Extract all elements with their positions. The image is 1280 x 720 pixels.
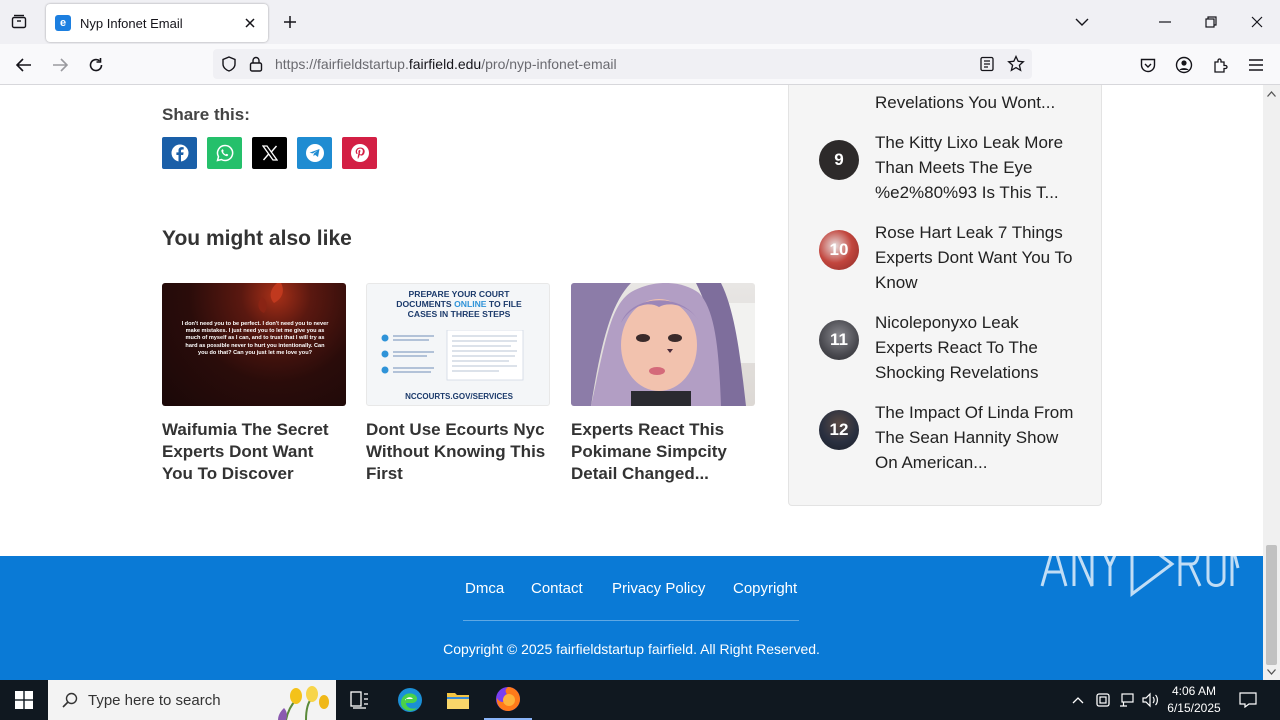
share-telegram-button[interactable] [297, 137, 332, 169]
tracking-protection-shield-icon[interactable] [221, 56, 237, 77]
trending-rank-badge: 10 [819, 230, 859, 270]
tab-bar: e Nyp Infonet Email [0, 0, 1280, 44]
card-thumbnail-quote-image[interactable]: I don't need you to be perfect. I don't … [162, 283, 346, 406]
footer-copyright: Copyright © 2025 fairfieldstartup fairfi… [443, 641, 820, 657]
share-x-button[interactable] [252, 137, 287, 169]
site-favicon-icon: e [55, 15, 71, 31]
share-facebook-button[interactable] [162, 137, 197, 169]
card-title[interactable]: Experts React This Pokimane Simpcity Det… [571, 419, 756, 485]
extensions-icon[interactable] [1207, 52, 1233, 78]
close-tab-icon[interactable] [240, 13, 260, 33]
file-explorer-icon[interactable] [434, 680, 482, 720]
trending-item-title[interactable]: The Kitty Lixo Leak More Than Meets The … [875, 130, 1075, 205]
volume-icon[interactable] [1141, 690, 1161, 710]
task-view-icon[interactable] [336, 680, 384, 720]
card-thumbnail-court-image[interactable]: PREPARE YOUR COURT DOCUMENTS ONLINE TO F… [366, 283, 550, 406]
share-whatsapp-button[interactable] [207, 137, 242, 169]
trending-rank-badge: 12 [819, 410, 859, 450]
footer-divider [463, 620, 799, 621]
url-suffix: /pro/nyp-infonet-email [481, 56, 617, 72]
reload-icon[interactable] [83, 52, 109, 78]
url-text[interactable]: https://fairfieldstartup.fairfield.edu/p… [275, 56, 617, 72]
scroll-down-arrow-icon[interactable] [1267, 667, 1276, 676]
pocket-icon[interactable] [1135, 52, 1161, 78]
share-pinterest-button[interactable] [342, 137, 377, 169]
trending-sidebar: Revelations You Wont... 9 The Kitty Lixo… [788, 85, 1102, 506]
trending-item-title[interactable]: Nicoleponyxo Leak Experts React To The S… [875, 310, 1075, 385]
footer-link-copyright[interactable]: Copyright [733, 580, 797, 597]
bookmark-star-icon[interactable] [1007, 54, 1025, 78]
account-icon[interactable] [1171, 52, 1197, 78]
card-title[interactable]: Dont Use Ecourts Nyc Without Knowing Thi… [366, 419, 551, 485]
court-image-heading-tofile: TO FILE [488, 299, 522, 309]
address-bar[interactable]: https://fairfieldstartup.fairfield.edu/p… [213, 49, 1032, 79]
telegram-icon [305, 144, 324, 162]
related-card[interactable]: Experts React This Pokimane Simpcity Det… [571, 283, 756, 485]
trending-item-title[interactable]: The Impact Of Linda From The Sean Hannit… [875, 400, 1075, 475]
navigation-toolbar: https://fairfieldstartup.fairfield.edu/p… [0, 44, 1280, 85]
start-button[interactable] [0, 680, 48, 720]
windows-logo-icon [15, 691, 33, 709]
footer-link-privacy-policy[interactable]: Privacy Policy [612, 580, 705, 597]
footer-link-contact[interactable]: Contact [531, 580, 583, 597]
clock-time: 4:06 AM [1171, 684, 1217, 698]
close-window-icon[interactable] [1242, 8, 1272, 36]
forward-arrow-icon[interactable] [47, 52, 73, 78]
search-decoration-flowers-icon [278, 686, 329, 720]
clock-date: 6/15/2025 [1167, 701, 1221, 715]
scrollbar-thumb[interactable] [1266, 545, 1277, 665]
facebook-icon [171, 144, 188, 162]
court-image-heading: PREPARE YOUR COURT DOCUMENTS ONLINE TO F… [367, 289, 549, 319]
related-card[interactable]: I don't need you to be perfect. I don't … [162, 283, 347, 485]
trending-rank-badge: 9 [819, 140, 859, 180]
related-section-title: You might also like [162, 227, 352, 250]
portrait-illustration [571, 283, 755, 406]
search-placeholder: Type here to search [88, 691, 221, 709]
reader-view-icon[interactable] [980, 56, 994, 77]
court-image-heading-online: ONLINE [454, 299, 487, 309]
windows-taskbar: Type here to search 4:06 AM 6/15/2025 [0, 680, 1280, 720]
firefox-icon[interactable] [484, 680, 532, 720]
trending-item-title[interactable]: Rose Hart Leak 7 Things Experts Dont Wan… [875, 220, 1075, 295]
list-all-tabs-icon[interactable] [8, 11, 30, 33]
search-icon [60, 690, 80, 710]
back-arrow-icon[interactable] [11, 52, 37, 78]
court-image-heading-line1: PREPARE YOUR COURT [408, 289, 510, 299]
court-image-heading-line3: CASES IN THREE STEPS [407, 309, 511, 319]
trending-item-title[interactable]: Revelations You Wont... [875, 90, 1075, 115]
edge-browser-icon[interactable] [386, 680, 434, 720]
footer-link-dmca[interactable]: Dmca [465, 580, 504, 597]
network-icon[interactable] [1117, 690, 1137, 710]
minimize-icon[interactable] [1150, 8, 1180, 36]
tab-title: Nyp Infonet Email [80, 15, 183, 31]
scroll-up-arrow-icon[interactable] [1267, 89, 1276, 98]
share-label: Share this: [162, 105, 250, 124]
notifications-icon[interactable] [1238, 690, 1258, 710]
lock-icon[interactable] [249, 56, 263, 77]
restore-icon[interactable] [1196, 8, 1226, 36]
tab-overflow-chevron-icon[interactable] [1067, 8, 1097, 36]
card-thumbnail-quote-text: I don't need you to be perfect. I don't … [181, 321, 329, 356]
card-title[interactable]: Waifumia The Secret Experts Dont Want Yo… [162, 419, 347, 485]
court-image-heading-word: DOCUMENTS [396, 299, 452, 309]
new-tab-icon[interactable] [279, 11, 301, 33]
system-clock[interactable]: 4:06 AM 6/15/2025 [1160, 683, 1228, 717]
whatsapp-icon [215, 144, 233, 162]
x-logo-icon [261, 145, 278, 161]
card-thumbnail-portrait-image[interactable] [571, 283, 755, 406]
browser-tab[interactable]: e Nyp Infonet Email [46, 4, 268, 42]
page-scrollbar[interactable] [1263, 85, 1280, 680]
pinterest-icon [350, 144, 369, 162]
taskbar-search-box[interactable]: Type here to search [48, 680, 336, 720]
show-hidden-icons-chevron-icon[interactable] [1068, 690, 1088, 710]
related-card[interactable]: PREPARE YOUR COURT DOCUMENTS ONLINE TO F… [366, 283, 551, 485]
url-domain: fairfield.edu [408, 56, 482, 72]
anyrun-watermark-logo [1040, 528, 1240, 598]
court-image-footer: NCCOURTS.GOV/SERVICES [405, 392, 513, 401]
app-menu-hamburger-icon[interactable] [1243, 52, 1269, 78]
trending-rank-badge: 11 [819, 320, 859, 360]
url-prefix: https://fairfieldstartup. [275, 56, 409, 72]
defender-tray-icon[interactable] [1093, 690, 1113, 710]
court-image-steps [379, 329, 539, 382]
